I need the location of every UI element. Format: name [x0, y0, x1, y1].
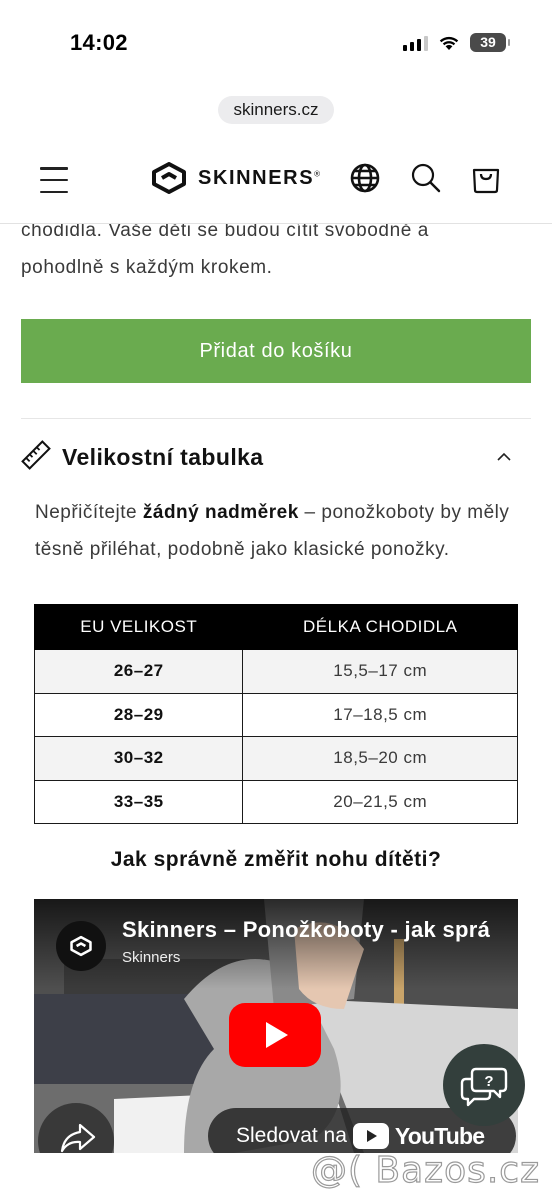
svg-text:?: ? [484, 1073, 493, 1090]
url-bar[interactable]: skinners.cz [218, 96, 334, 124]
size-table: EU VELIKOST DÉLKA CHODIDLA 26–27 15,5–17… [33, 604, 518, 824]
site-header: SKINNERS® [0, 140, 552, 224]
cellular-signal-icon [403, 35, 428, 51]
size-guide-accordion-header[interactable]: Velikostní tabulka [21, 436, 531, 480]
table-header-row: EU VELIKOST DÉLKA CHODIDLA [33, 604, 518, 650]
measure-heading: Jak správně změřit nohu dítěti? [110, 848, 442, 871]
foot-length-cell: 18,5–20 cm [242, 736, 518, 781]
watermark: @( Bazos.cz [310, 1149, 540, 1191]
add-to-cart-button[interactable]: Přidat do košíku [21, 319, 531, 383]
chevron-up-icon[interactable] [497, 450, 511, 464]
chat-button[interactable]: ? [443, 1044, 525, 1126]
channel-avatar[interactable] [56, 921, 106, 971]
foot-length-cell: 20–21,5 cm [242, 779, 518, 824]
battery-icon: 39 [470, 33, 510, 52]
search-icon[interactable] [410, 162, 442, 194]
youtube-wordmark: YouTube [394, 1122, 485, 1149]
play-button[interactable] [229, 1003, 321, 1067]
size-guide-title: Velikostní tabulka [62, 444, 264, 470]
column-header: DÉLKA CHODIDLA [242, 604, 518, 650]
table-row: 33–35 20–21,5 cm [33, 779, 518, 824]
skinners-logo-icon [152, 162, 186, 194]
intro-emphasis: žádný nadměrek [142, 502, 299, 523]
youtube-logo-icon [352, 1123, 389, 1149]
watch-on-label: Sledovat na [236, 1124, 347, 1147]
wifi-icon [439, 36, 459, 50]
video-title[interactable]: Skinners – Ponožkoboty - jak sprá [122, 917, 518, 943]
status-time: 14:02 [70, 30, 128, 55]
table-row: 28–29 17–18,5 cm [33, 692, 518, 737]
eu-size-cell: 28–29 [33, 692, 244, 737]
eu-size-cell: 30–32 [33, 736, 244, 781]
foot-length-cell: 17–18,5 cm [242, 692, 518, 737]
foot-length-cell: 15,5–17 cm [242, 649, 518, 694]
status-bar: 14:02 39 [0, 0, 552, 90]
skinners-logo-icon [70, 935, 92, 957]
brand-logo[interactable]: SKINNERS® [150, 162, 322, 194]
chat-help-icon: ? [460, 1067, 508, 1107]
table-row: 30–32 18,5–20 cm [33, 736, 518, 781]
share-icon [60, 1123, 96, 1153]
cart-icon[interactable] [470, 162, 502, 194]
eu-size-cell: 33–35 [33, 779, 244, 824]
video-channel-name[interactable]: Skinners [122, 949, 180, 966]
divider [21, 418, 531, 419]
status-icons: 39 [403, 33, 510, 52]
description-line: pohodlně s každým krokem. [21, 257, 273, 278]
column-header: EU VELIKOST [33, 604, 244, 650]
video-embed[interactable]: Skinners – Ponožkoboty - jak sprá Skinne… [34, 899, 518, 1153]
ruler-icon [21, 440, 51, 470]
eu-size-cell: 26–27 [33, 649, 244, 694]
globe-icon[interactable] [349, 162, 381, 194]
size-guide-intro: Nepřičítejte žádný nadměrek – ponožkobot… [35, 502, 510, 560]
table-row: 26–27 15,5–17 cm [33, 649, 518, 694]
menu-icon[interactable] [38, 164, 70, 196]
brand-name: SKINNERS® [198, 166, 322, 189]
